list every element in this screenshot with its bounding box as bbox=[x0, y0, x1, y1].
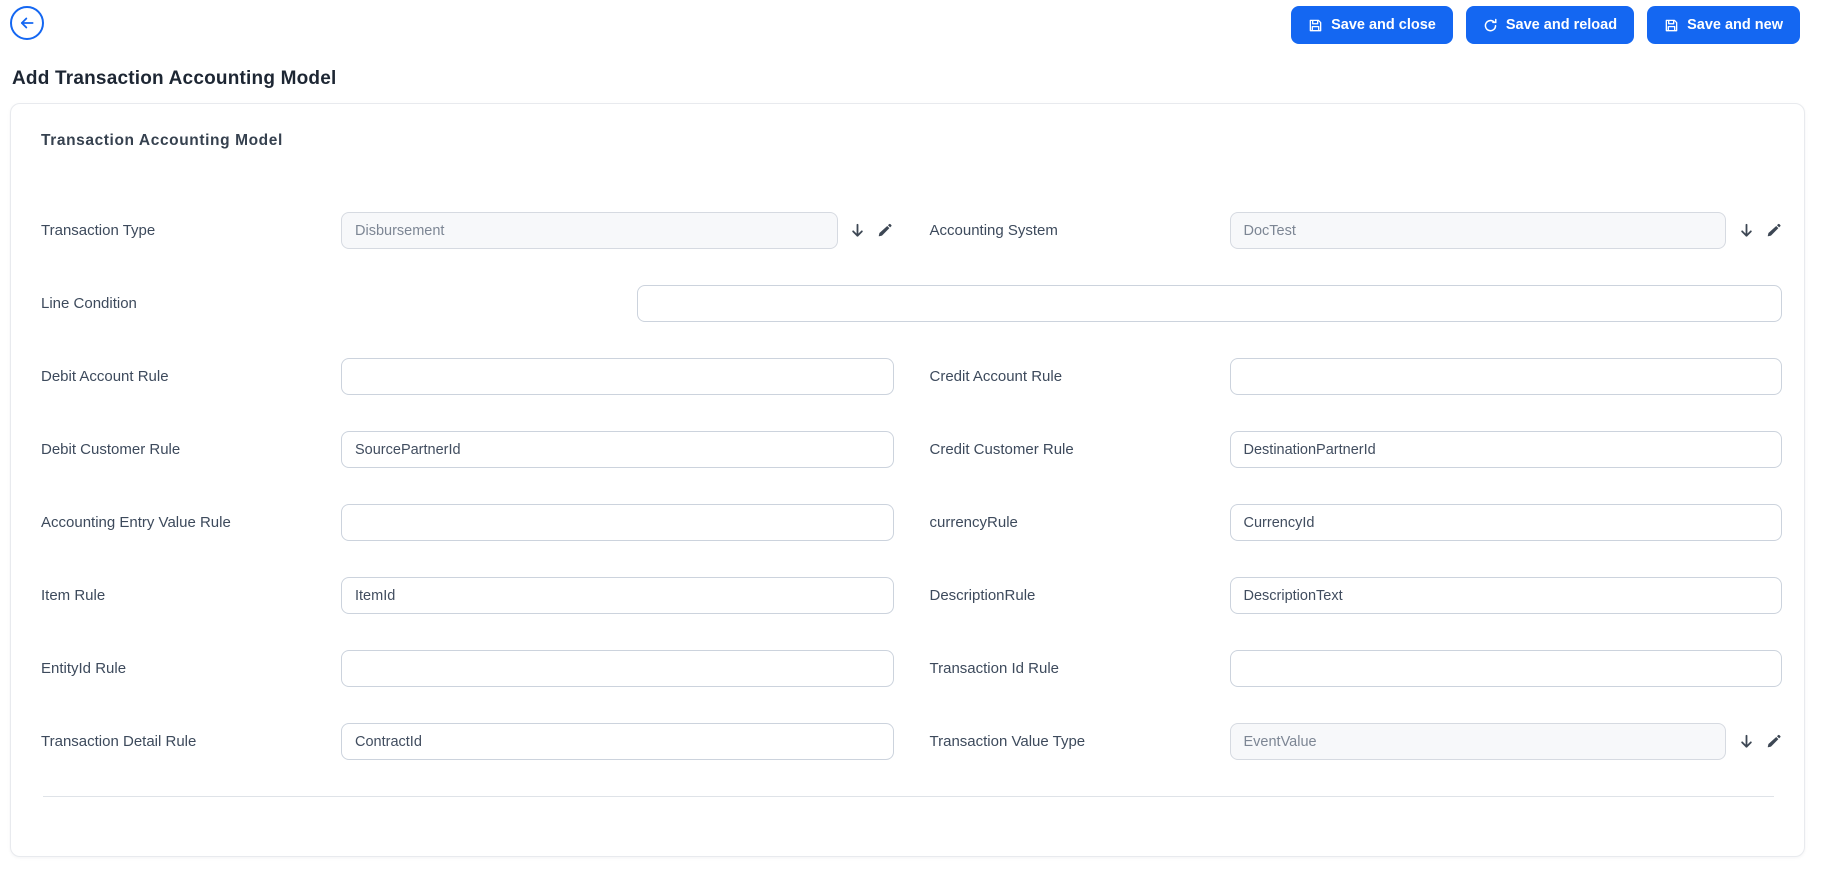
save-icon bbox=[1308, 18, 1323, 33]
arrow-down-icon[interactable] bbox=[1737, 733, 1755, 751]
credit-customer-rule-field bbox=[1229, 431, 1782, 468]
save-and-new-label: Save and new bbox=[1687, 17, 1783, 33]
back-button[interactable] bbox=[10, 6, 44, 40]
item-rule-field bbox=[341, 577, 894, 614]
currency-rule-label: currencyRule bbox=[929, 514, 1018, 531]
save-and-new-button[interactable]: Save and new bbox=[1647, 6, 1800, 44]
credit-customer-rule-label: Credit Customer Rule bbox=[929, 441, 1074, 458]
credit-account-rule-label: Credit Account Rule bbox=[929, 368, 1063, 385]
field-item-rule: Item Rule bbox=[41, 577, 894, 614]
transaction-id-rule-label: Transaction Id Rule bbox=[929, 660, 1060, 677]
item-rule-input[interactable] bbox=[341, 577, 894, 614]
form-row-5: Accounting Entry Value Rule currencyRule bbox=[41, 504, 1782, 541]
field-credit-customer-rule: Credit Customer Rule bbox=[929, 431, 1782, 468]
form-row-7: EntityId Rule Transaction Id Rule bbox=[41, 650, 1782, 687]
pencil-icon[interactable] bbox=[1764, 733, 1782, 751]
debit-account-rule-field bbox=[341, 358, 894, 395]
field-accounting-entry-value-rule: Accounting Entry Value Rule bbox=[41, 504, 894, 541]
arrow-down-icon[interactable] bbox=[1737, 222, 1755, 240]
transaction-type-field bbox=[341, 212, 894, 249]
debit-customer-rule-input[interactable] bbox=[341, 431, 894, 468]
form-row-3: Debit Account Rule Credit Account Rule bbox=[41, 358, 1782, 395]
accounting-system-field bbox=[1229, 212, 1783, 249]
pencil-icon[interactable] bbox=[876, 222, 894, 240]
pencil-icon[interactable] bbox=[1764, 222, 1782, 240]
debit-customer-rule-field bbox=[341, 431, 894, 468]
save-and-reload-label: Save and reload bbox=[1505, 17, 1618, 33]
accounting-entry-value-rule-label: Accounting Entry Value Rule bbox=[41, 514, 231, 531]
accounting-entry-value-rule-input[interactable] bbox=[341, 504, 894, 541]
description-rule-field bbox=[1229, 577, 1782, 614]
section-title: Transaction Accounting Model bbox=[41, 132, 283, 149]
form-row-1: Transaction Type Accounting System bbox=[41, 212, 1782, 249]
credit-account-rule-input[interactable] bbox=[1229, 358, 1782, 395]
currency-rule-field bbox=[1229, 504, 1782, 541]
form-row-2: Line Condition bbox=[41, 285, 1782, 322]
form-card: Transaction Accounting Model Transaction… bbox=[10, 103, 1805, 857]
transaction-value-type-label: Transaction Value Type bbox=[929, 733, 1086, 750]
save-and-reload-button[interactable]: Save and reload bbox=[1465, 6, 1635, 44]
save-and-close-label: Save and close bbox=[1331, 17, 1436, 33]
field-accounting-system: Accounting System bbox=[930, 212, 1783, 249]
accounting-entry-value-rule-field bbox=[341, 504, 894, 541]
item-rule-label: Item Rule bbox=[41, 587, 106, 604]
debit-customer-rule-label: Debit Customer Rule bbox=[41, 441, 181, 458]
accounting-system-input[interactable] bbox=[1229, 212, 1726, 249]
field-debit-customer-rule: Debit Customer Rule bbox=[41, 431, 894, 468]
field-transaction-detail-rule: Transaction Detail Rule bbox=[41, 723, 894, 760]
line-condition-field bbox=[637, 285, 1782, 322]
debit-account-rule-input[interactable] bbox=[341, 358, 894, 395]
field-debit-account-rule: Debit Account Rule bbox=[41, 358, 894, 395]
transaction-id-rule-field bbox=[1229, 650, 1782, 687]
field-entityid-rule: EntityId Rule bbox=[41, 650, 894, 687]
entityid-rule-input[interactable] bbox=[341, 650, 894, 687]
card-footer bbox=[41, 797, 1782, 856]
description-rule-label: DescriptionRule bbox=[929, 587, 1036, 604]
transaction-value-type-input[interactable] bbox=[1229, 723, 1726, 760]
save-icon bbox=[1664, 18, 1679, 33]
arrow-left-icon bbox=[18, 14, 36, 32]
accounting-system-label: Accounting System bbox=[929, 222, 1058, 239]
transaction-detail-rule-label: Transaction Detail Rule bbox=[41, 733, 197, 750]
header-actions: Save and close Save and reload Save and … bbox=[1291, 6, 1800, 44]
line-condition-input[interactable] bbox=[637, 285, 1782, 322]
debit-account-rule-label: Debit Account Rule bbox=[41, 368, 169, 385]
arrow-down-icon[interactable] bbox=[849, 222, 867, 240]
topbar: Save and close Save and reload Save and … bbox=[0, 0, 1825, 48]
entityid-rule-label: EntityId Rule bbox=[41, 660, 127, 677]
currency-rule-input[interactable] bbox=[1229, 504, 1782, 541]
field-currency-rule: currencyRule bbox=[929, 504, 1782, 541]
field-transaction-type: Transaction Type bbox=[41, 212, 894, 249]
field-transaction-value-type: Transaction Value Type bbox=[930, 723, 1783, 760]
form-row-8: Transaction Detail Rule Transaction Valu… bbox=[41, 723, 1782, 760]
transaction-detail-rule-input[interactable] bbox=[341, 723, 894, 760]
description-rule-input[interactable] bbox=[1229, 577, 1782, 614]
transaction-id-rule-input[interactable] bbox=[1229, 650, 1782, 687]
entityid-rule-field bbox=[341, 650, 894, 687]
field-transaction-id-rule: Transaction Id Rule bbox=[929, 650, 1782, 687]
field-line-condition: Line Condition bbox=[41, 285, 1782, 322]
page-title: Add Transaction Accounting Model bbox=[12, 68, 337, 89]
transaction-type-input[interactable] bbox=[341, 212, 838, 249]
transaction-type-label: Transaction Type bbox=[41, 222, 156, 239]
form-row-6: Item Rule DescriptionRule bbox=[41, 577, 1782, 614]
transaction-detail-rule-field bbox=[341, 723, 894, 760]
save-and-close-button[interactable]: Save and close bbox=[1291, 6, 1453, 44]
form-row-4: Debit Customer Rule Credit Customer Rule bbox=[41, 431, 1782, 468]
credit-account-rule-field bbox=[1229, 358, 1782, 395]
field-credit-account-rule: Credit Account Rule bbox=[929, 358, 1782, 395]
reload-icon bbox=[1483, 18, 1498, 33]
credit-customer-rule-input[interactable] bbox=[1229, 431, 1782, 468]
transaction-value-type-field bbox=[1229, 723, 1783, 760]
line-condition-label: Line Condition bbox=[41, 295, 137, 312]
field-description-rule: DescriptionRule bbox=[929, 577, 1782, 614]
